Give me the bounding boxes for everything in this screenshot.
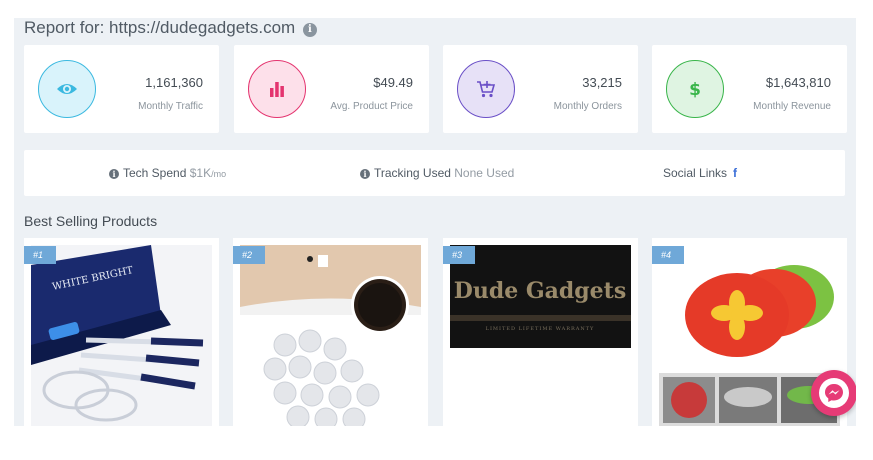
tech-spend: i Tech Spend $1K/mo — [109, 166, 226, 180]
svg-text:$: $ — [689, 80, 701, 99]
messenger-icon[interactable] — [811, 370, 856, 416]
stat-value: $1,643,810 — [765, 75, 831, 90]
stat-card-orders: 33,215 Monthly Orders — [443, 45, 638, 133]
report-panel: Report for: https://dudegadgets.com i 1,… — [14, 18, 856, 426]
cart-icon — [457, 60, 515, 118]
stat-label: Monthly Traffic — [138, 101, 203, 112]
info-icon[interactable]: i — [109, 169, 119, 179]
eye-icon — [38, 60, 96, 118]
rank-badge: #4 — [652, 246, 684, 264]
report-title-text: Report for: https://dudegadgets.com — [24, 18, 296, 37]
best-selling-heading: Best Selling Products — [24, 213, 158, 229]
social-label: Social Links — [663, 166, 728, 180]
product-card[interactable]: #1 WHITE BRIGHT — [24, 238, 219, 426]
stat-label: Monthly Revenue — [753, 101, 831, 112]
tracking-used: i Tracking Used None Used — [360, 166, 514, 180]
stat-label: Monthly Orders — [553, 101, 622, 112]
stat-card-traffic: 1,161,360 Monthly Traffic — [24, 45, 219, 133]
tracking-value: None Used — [454, 166, 515, 180]
report-title: Report for: https://dudegadgets.com i — [24, 18, 317, 38]
stat-value: 1,161,360 — [145, 75, 203, 90]
bar-chart-icon — [248, 60, 306, 118]
dollar-icon: $ — [666, 60, 724, 118]
product-image-teeth-whitening-kit[interactable]: WHITE BRIGHT — [31, 245, 212, 426]
banner-text: Dude Gadgets — [454, 278, 626, 304]
stat-value: 33,215 — [582, 75, 622, 90]
stat-value: $49.49 — [373, 75, 413, 90]
stat-card-price: $49.49 Avg. Product Price — [234, 45, 429, 133]
info-icon[interactable]: i — [302, 23, 317, 37]
product-card[interactable]: #2 — [233, 238, 428, 426]
tech-spend-value: $1K — [189, 166, 212, 180]
rank-badge: #3 — [443, 246, 475, 264]
banner-subtext: LIMITED LIFETIME WARRANTY — [486, 326, 595, 332]
social-links: Social Links f — [663, 166, 737, 180]
product-image-dude-gadgets-banner[interactable]: Dude Gadgets LIMITED LIFETIME WARRANTY — [450, 245, 631, 348]
tech-info-bar: i Tech Spend $1K/mo i Tracking Used None U… — [24, 150, 845, 196]
stat-card-revenue: $ $1,643,810 Monthly Revenue — [652, 45, 847, 133]
product-image-charcoal-patches[interactable] — [240, 245, 421, 426]
tech-spend-label: Tech Spend — [123, 166, 187, 180]
info-icon[interactable]: i — [360, 169, 370, 179]
rank-badge: #1 — [24, 246, 56, 264]
rank-badge: #2 — [233, 246, 265, 264]
tech-spend-unit: /mo — [211, 169, 227, 179]
stat-label: Avg. Product Price — [330, 101, 413, 112]
tracking-label: Tracking Used — [374, 166, 451, 180]
facebook-icon[interactable]: f — [733, 166, 737, 180]
product-card[interactable]: #3 Dude Gadgets LIMITED LIFETIME WARRANT… — [443, 238, 638, 426]
